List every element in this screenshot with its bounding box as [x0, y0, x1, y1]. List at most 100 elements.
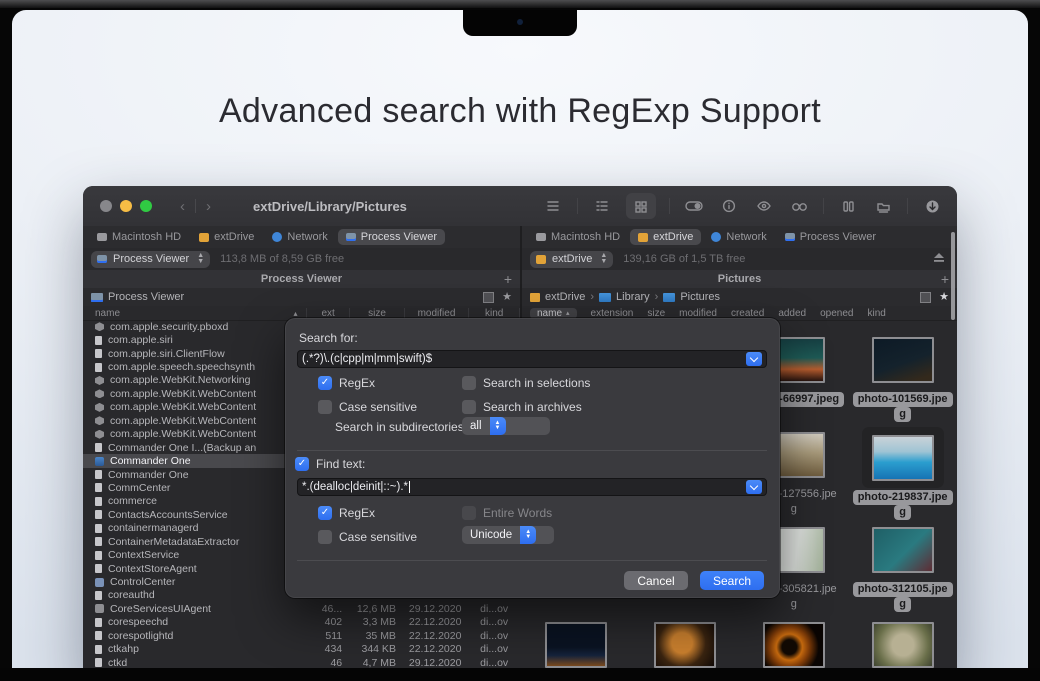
- tab-process-viewer[interactable]: Process Viewer: [338, 229, 445, 245]
- column-header-kind[interactable]: kind: [868, 308, 886, 319]
- find-text-input[interactable]: *.(dealloc|deinit|::~).*: [297, 478, 767, 496]
- info-icon[interactable]: [718, 196, 740, 216]
- column-header-extension[interactable]: extension: [591, 308, 634, 319]
- close-button[interactable]: [100, 200, 112, 212]
- search-in-selections-row[interactable]: Search in selections: [462, 376, 590, 390]
- photo-thumbnail: [872, 337, 934, 383]
- table-row[interactable]: CoreServicesUIAgent46...12,6 MB29.12.202…: [83, 602, 520, 615]
- view-options-icon[interactable]: [483, 292, 494, 303]
- favorite-star-icon[interactable]: ★: [502, 292, 512, 302]
- column-header-modified[interactable]: modified: [679, 308, 717, 319]
- cell-ext: 402: [302, 616, 347, 628]
- column-header-size[interactable]: size: [349, 308, 403, 319]
- subdirectories-select[interactable]: all ▲▼: [462, 417, 550, 435]
- search-in-archives-checkbox[interactable]: [462, 400, 476, 414]
- cell-kind: di...ov: [468, 603, 520, 615]
- tab-macintosh-hd[interactable]: Macintosh HD: [528, 229, 628, 245]
- column-header-kind[interactable]: kind: [468, 308, 520, 319]
- photo-item[interactable]: photo-312105.jpeg: [848, 520, 957, 615]
- column-header-modified[interactable]: modified: [404, 308, 469, 319]
- find-regex-checkbox[interactable]: [318, 506, 332, 520]
- column-header-created[interactable]: created: [731, 308, 764, 319]
- table-row[interactable]: corespeechd4023,3 MB22.12.2020di...ov: [83, 616, 520, 629]
- case-sensitive-checkbox[interactable]: [318, 400, 332, 414]
- queue-icon[interactable]: [837, 196, 859, 216]
- find-case-sensitive-row[interactable]: Case sensitive: [318, 530, 417, 544]
- search-in-selections-checkbox[interactable]: [462, 376, 476, 390]
- file-name: ctkahp: [108, 643, 139, 655]
- view-options-icon[interactable]: [920, 292, 931, 303]
- entire-words-row: Entire Words: [462, 506, 552, 520]
- left-drive-selector[interactable]: Process Viewer ▲▼: [91, 251, 210, 268]
- photo-label-line: g: [894, 407, 911, 422]
- table-row[interactable]: ctkahp434344 KB22.12.2020di...ov: [83, 643, 520, 656]
- full-view-icon[interactable]: [542, 196, 564, 216]
- scrollbar[interactable]: [951, 232, 955, 320]
- preview-eye-icon[interactable]: [753, 196, 775, 216]
- download-icon[interactable]: [921, 196, 943, 216]
- case-sensitive-label: Case sensitive: [339, 400, 417, 414]
- doc-file-icon: [95, 483, 102, 492]
- left-add-tab-button[interactable]: +: [504, 273, 512, 285]
- search-binoculars-icon[interactable]: [788, 196, 810, 216]
- encoding-select[interactable]: Unicode ▲▼: [462, 526, 554, 544]
- file-name: com.apple.speech.speechsynth: [108, 361, 255, 373]
- file-name: corespeechd: [108, 616, 168, 628]
- back-button[interactable]: ‹: [180, 198, 185, 215]
- cell-size: 12,6 MB: [346, 603, 402, 615]
- tab-extdrive[interactable]: extDrive: [191, 229, 262, 245]
- cancel-button[interactable]: Cancel: [624, 571, 688, 590]
- eject-button[interactable]: [933, 252, 945, 266]
- photo-label-line: photo-101569.jpe: [853, 392, 953, 407]
- computer-icon: [97, 233, 107, 241]
- photo-item[interactable]: photo-101569.jpeg: [848, 330, 957, 425]
- right-pane-title: Pictures: [522, 273, 957, 285]
- regex-checkbox[interactable]: [318, 376, 332, 390]
- breadcrumb-item-pictures[interactable]: Pictures: [680, 291, 720, 303]
- toggle-icon[interactable]: [683, 196, 705, 216]
- find-regex-row[interactable]: RegEx: [318, 506, 375, 520]
- right-drive-selector[interactable]: extDrive ▲▼: [530, 251, 613, 268]
- forward-button[interactable]: ›: [206, 198, 211, 215]
- list-view-icon[interactable]: [591, 196, 613, 216]
- right-add-tab-button[interactable]: +: [941, 273, 949, 285]
- tab-process-viewer[interactable]: Process Viewer: [777, 229, 884, 245]
- network-folder-icon[interactable]: [872, 196, 894, 216]
- breadcrumb-item-extdrive[interactable]: extDrive: [545, 291, 585, 303]
- commander-one-window: ‹ › extDrive/Library/Pictures Macintosh …: [83, 186, 957, 681]
- tab-macintosh-hd[interactable]: Macintosh HD: [89, 229, 189, 245]
- history-dropdown-button[interactable]: [746, 480, 762, 494]
- breadcrumb-item-library[interactable]: Library: [616, 291, 650, 303]
- column-header-name[interactable]: name▴: [530, 308, 577, 319]
- minimize-button[interactable]: [120, 200, 132, 212]
- column-header-size[interactable]: size: [647, 308, 665, 319]
- column-header-opened[interactable]: opened: [820, 308, 853, 319]
- history-dropdown-button[interactable]: [746, 352, 762, 366]
- divider: [577, 198, 578, 214]
- find-case-sensitive-checkbox[interactable]: [318, 530, 332, 544]
- regex-checkbox-row[interactable]: RegEx: [318, 376, 375, 390]
- find-text-checkbox[interactable]: [295, 457, 309, 471]
- table-row[interactable]: corespotlightd51135 MB22.12.2020di...ov: [83, 629, 520, 642]
- cell-ext: 434: [302, 643, 347, 655]
- column-header-name[interactable]: name: [83, 308, 293, 319]
- folder-icon: [599, 293, 611, 302]
- cell-mod: 29.12.2020: [402, 657, 468, 669]
- grid-view-icon[interactable]: [626, 193, 656, 219]
- photo-item[interactable]: photo-219837.jpeg: [848, 425, 957, 520]
- tab-network[interactable]: Network: [264, 229, 335, 245]
- search-button[interactable]: Search: [700, 571, 764, 590]
- drive-icon: [638, 233, 648, 242]
- breadcrumb-item-process-viewer[interactable]: Process Viewer: [108, 291, 184, 303]
- column-header-added[interactable]: added: [778, 308, 806, 319]
- tab-network[interactable]: Network: [703, 229, 774, 245]
- search-in-archives-row[interactable]: Search in archives: [462, 400, 582, 414]
- case-sensitive-row[interactable]: Case sensitive: [318, 400, 417, 414]
- search-for-input[interactable]: (.*?)\.(c|cpp|m|mm|swift)$: [297, 350, 767, 368]
- favorite-star-icon[interactable]: ★: [939, 292, 949, 302]
- column-header-ext[interactable]: ext: [306, 308, 350, 319]
- find-text-row[interactable]: Find text:: [295, 457, 365, 471]
- tab-extdrive[interactable]: extDrive: [630, 229, 701, 245]
- zoom-button[interactable]: [140, 200, 152, 212]
- file-name: CommCenter: [108, 482, 170, 494]
